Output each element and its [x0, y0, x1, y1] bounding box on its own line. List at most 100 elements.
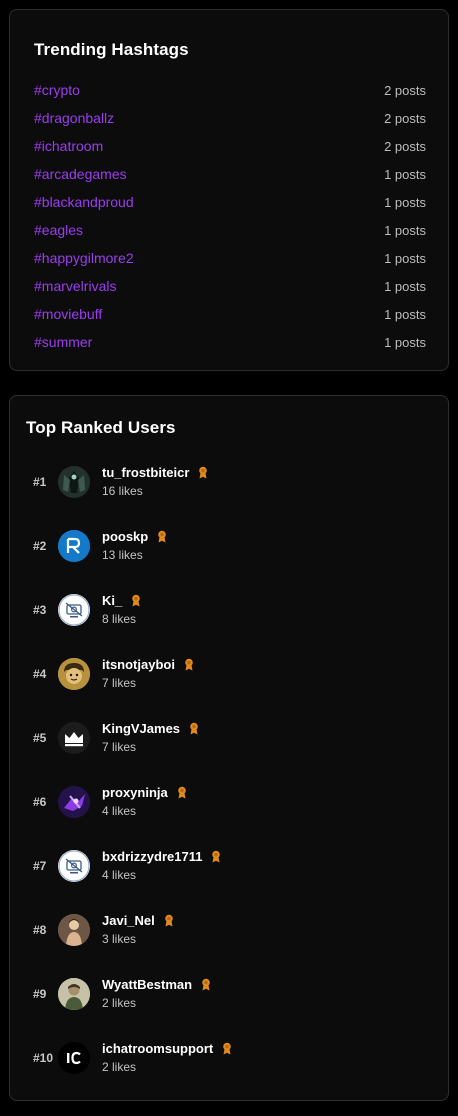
username-link[interactable]: Javi_Nel — [102, 913, 174, 928]
hashtag-row: #crypto 2 posts — [34, 76, 426, 104]
user-likes: 7 likes — [102, 740, 137, 754]
username: Ki_ — [102, 593, 123, 608]
username: proxyninja — [102, 785, 168, 800]
hashtag-row: #marvelrivals 1 posts — [34, 272, 426, 300]
user-likes: 4 likes — [102, 868, 137, 882]
award-ribbon-icon — [222, 1042, 232, 1055]
ranked-user-row: #1 tu_frostbiteicr 16 likes — [10, 450, 448, 514]
hashtag-link[interactable]: #eagles — [34, 222, 83, 238]
hashtag-link[interactable]: #ichatroom — [34, 138, 103, 154]
user-rank: #7 — [33, 859, 47, 873]
username: tu_frostbiteicr — [102, 465, 190, 480]
hashtag-link[interactable]: #dragonballz — [34, 110, 114, 126]
award-ribbon-icon — [184, 658, 194, 671]
username-link[interactable]: itsnotjayboi — [102, 657, 194, 672]
hashtag-list: #crypto 2 posts #dragonballz 2 posts #icha… — [34, 76, 426, 356]
hashtag-link[interactable]: #moviebuff — [34, 306, 102, 322]
ranked-user-list: #1 tu_frostbiteicr 16 likes #2 pooskp 13… — [10, 450, 448, 1090]
username: Javi_Nel — [102, 913, 155, 928]
user-rank: #4 — [33, 667, 47, 681]
award-ribbon-icon — [189, 722, 199, 735]
user-likes: 3 likes — [102, 932, 137, 946]
ranked-user-row: #3 Ki_ 8 likes — [10, 578, 448, 642]
top-ranked-users-title: Top Ranked Users — [26, 418, 176, 437]
award-ribbon-icon — [198, 466, 208, 479]
award-ribbon-icon — [157, 530, 167, 543]
username: itsnotjayboi — [102, 657, 175, 672]
username-link[interactable]: WyattBestman — [102, 977, 211, 992]
top-ranked-users-card: Top Ranked Users #1 tu_frostbiteicr 16 l… — [9, 395, 449, 1101]
ranked-user-row: #5 KingVJames 7 likes — [10, 706, 448, 770]
user-rank: #10 — [33, 1051, 54, 1065]
username-link[interactable]: proxyninja — [102, 785, 187, 800]
user-likes: 2 likes — [102, 1060, 137, 1074]
hashtag-post-count: 2 posts — [384, 82, 426, 98]
person-photo-avatar[interactable] — [58, 914, 90, 946]
award-ribbon-icon — [211, 850, 221, 863]
username: ichatroomsupport — [102, 1041, 214, 1056]
no-photo-avatar[interactable] — [58, 850, 90, 882]
username-link[interactable]: tu_frostbiteicr — [102, 465, 208, 480]
cartoon-face-avatar[interactable] — [58, 658, 90, 690]
username-link[interactable]: bxdrizzydre1711 — [102, 849, 221, 864]
letter-r-logo-avatar[interactable] — [58, 530, 90, 562]
award-ribbon-icon — [177, 786, 187, 799]
award-ribbon-icon — [201, 978, 211, 991]
hashtag-link[interactable]: #blackandproud — [34, 194, 134, 210]
hashtag-link[interactable]: #summer — [34, 334, 92, 350]
hashtag-link[interactable]: #happygilmore2 — [34, 250, 134, 266]
hashtag-row: #ichatroom 2 posts — [34, 132, 426, 160]
username: bxdrizzydre1711 — [102, 849, 203, 864]
user-rank: #5 — [33, 731, 47, 745]
user-rank: #1 — [33, 475, 47, 489]
ranked-user-row: #9 WyattBestman 2 likes — [10, 962, 448, 1026]
ranked-user-row: #2 pooskp 13 likes — [10, 514, 448, 578]
award-ribbon-icon — [131, 594, 141, 607]
username: WyattBestman — [102, 977, 193, 992]
hashtag-post-count: 1 posts — [384, 250, 426, 266]
hashtag-link[interactable]: #marvelrivals — [34, 278, 116, 294]
user-rank: #8 — [33, 923, 47, 937]
warrior-avatar[interactable] — [58, 466, 90, 498]
trending-hashtags-card: Trending Hashtags #crypto 2 posts #dragon… — [9, 9, 449, 371]
hashtag-row: #summer 1 posts — [34, 328, 426, 356]
user-rank: #9 — [33, 987, 47, 1001]
hashtag-row: #eagles 1 posts — [34, 216, 426, 244]
hashtag-row: #blackandproud 1 posts — [34, 188, 426, 216]
ranked-user-row: #4 itsnotjayboi 7 likes — [10, 642, 448, 706]
username: KingVJames — [102, 721, 181, 736]
purple-ninja-avatar[interactable] — [58, 786, 90, 818]
hashtag-row: #dragonballz 2 posts — [34, 104, 426, 132]
user-rank: #6 — [33, 795, 47, 809]
username-link[interactable]: ichatroomsupport — [102, 1041, 232, 1056]
hashtag-post-count: 1 posts — [384, 222, 426, 238]
ranked-user-row: #7 bxdrizzydre1711 4 likes — [10, 834, 448, 898]
user-rank: #3 — [33, 603, 47, 617]
portrait-photo-avatar[interactable] — [58, 978, 90, 1010]
hashtag-link[interactable]: #arcadegames — [34, 166, 127, 182]
trending-hashtags-title: Trending Hashtags — [34, 40, 189, 59]
hashtag-link[interactable]: #crypto — [34, 82, 80, 98]
no-photo-avatar[interactable] — [58, 594, 90, 626]
hashtag-row: #arcadegames 1 posts — [34, 160, 426, 188]
user-likes: 4 likes — [102, 804, 137, 818]
username-link[interactable]: KingVJames — [102, 721, 199, 736]
hashtag-post-count: 1 posts — [384, 166, 426, 182]
ranked-user-row: #6 proxyninja 4 likes — [10, 770, 448, 834]
ranked-user-row: #8 Javi_Nel 3 likes — [10, 898, 448, 962]
hashtag-post-count: 1 posts — [384, 194, 426, 210]
user-likes: 16 likes — [102, 484, 143, 498]
ic-logo-avatar[interactable] — [58, 1042, 90, 1074]
username-link[interactable]: pooskp — [102, 529, 167, 544]
user-likes: 2 likes — [102, 996, 137, 1010]
hashtag-post-count: 1 posts — [384, 306, 426, 322]
hashtag-row: #moviebuff 1 posts — [34, 300, 426, 328]
user-likes: 7 likes — [102, 676, 137, 690]
ranked-user-row: #10 ichatroomsupport 2 likes — [10, 1026, 448, 1090]
crown-avatar[interactable] — [58, 722, 90, 754]
username-link[interactable]: Ki_ — [102, 593, 141, 608]
hashtag-post-count: 2 posts — [384, 110, 426, 126]
hashtag-row: #happygilmore2 1 posts — [34, 244, 426, 272]
user-rank: #2 — [33, 539, 47, 553]
hashtag-post-count: 2 posts — [384, 138, 426, 154]
